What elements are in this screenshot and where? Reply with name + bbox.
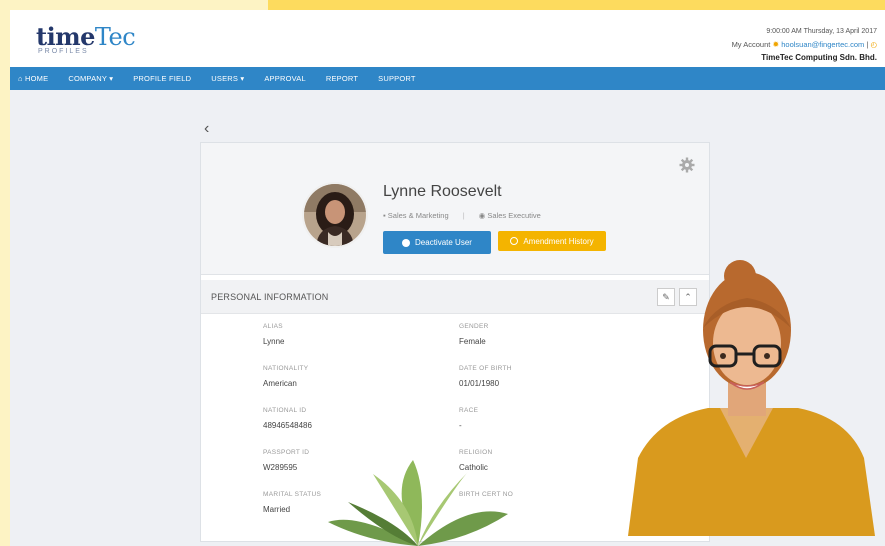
user-email-link[interactable]: hoolsuan@fingertec.com	[781, 40, 864, 49]
user-circle-icon: ◉	[478, 211, 486, 220]
nav-approval[interactable]: APPROVAL	[264, 74, 305, 83]
main-nav: ⌂ HOME COMPANY ▾ PROFILE FIELD USERS ▾ A…	[10, 67, 885, 90]
user-avatar	[302, 182, 368, 248]
my-account-link[interactable]: My Account	[732, 40, 771, 49]
section-title: PERSONAL INFORMATION	[211, 292, 329, 302]
field-nationality: NATIONALITY American	[263, 365, 309, 388]
datetime-text: 9:00:00 AM Thursday, 13 April 2017	[766, 28, 877, 35]
nav-support[interactable]: SUPPORT	[378, 74, 416, 83]
meta-separator: |	[462, 211, 465, 220]
user-meta: ▪ Sales & Marketing | ◉ Sales Executive	[383, 211, 541, 220]
header-separator: |	[866, 40, 869, 49]
profile-header: Lynne Roosevelt ▪ Sales & Marketing | ◉ …	[201, 143, 709, 275]
top-header: timeTec PROFILES 9:00:00 AM Thursday, 13…	[10, 10, 885, 67]
account-gear-icon[interactable]: ✹	[772, 40, 779, 49]
nav-company[interactable]: COMPANY ▾	[68, 74, 113, 83]
field-alias: ALIAS Lynne	[263, 323, 285, 346]
account-info: 9:00:00 AM Thursday, 13 April 2017 My Ac…	[732, 25, 877, 64]
position-text: Sales Executive	[487, 211, 541, 220]
minus-circle-icon	[402, 238, 411, 247]
woman-illustration	[628, 260, 875, 536]
department-text: Sales & Marketing	[387, 211, 449, 220]
history-icon	[510, 237, 519, 245]
home-icon: ⌂	[18, 74, 26, 83]
deactivate-user-button[interactable]: Deactivate User	[383, 231, 491, 254]
field-race: RACE -	[459, 407, 479, 430]
nav-profile-field[interactable]: PROFILE FIELD	[133, 74, 191, 83]
plant-illustration	[328, 460, 508, 546]
field-national-id: NATIONAL ID 48946548486	[263, 407, 312, 430]
logo-wordmark: timeTec	[36, 22, 136, 51]
account-line: My Account ✹ hoolsuan@fingertec.com | ◴	[732, 38, 877, 51]
briefcase-icon: ▪	[383, 211, 386, 220]
field-gender: GENDER Female	[459, 323, 489, 346]
back-chevron-icon[interactable]: ‹	[204, 120, 209, 138]
field-passport-id: PASSPORT ID W289595	[263, 449, 310, 472]
clock-icon[interactable]: ◴	[870, 40, 877, 49]
amendment-history-button[interactable]: Amendment History	[498, 231, 606, 251]
avatar-photo	[304, 184, 366, 246]
timetec-logo[interactable]: timeTec PROFILES	[36, 22, 136, 56]
settings-gear-icon[interactable]	[679, 157, 695, 173]
user-name: Lynne Roosevelt	[383, 183, 502, 200]
field-date-of-birth: DATE OF BIRTH 01/01/1980	[459, 365, 512, 388]
nav-users[interactable]: USERS ▾	[211, 74, 244, 83]
nav-report[interactable]: REPORT	[326, 74, 358, 83]
nav-home[interactable]: ⌂ HOME	[18, 74, 48, 83]
field-marital-status: MARITAL STATUS Married	[263, 491, 322, 514]
company-name: TimeTec Computing Sdn. Bhd.	[761, 53, 877, 62]
